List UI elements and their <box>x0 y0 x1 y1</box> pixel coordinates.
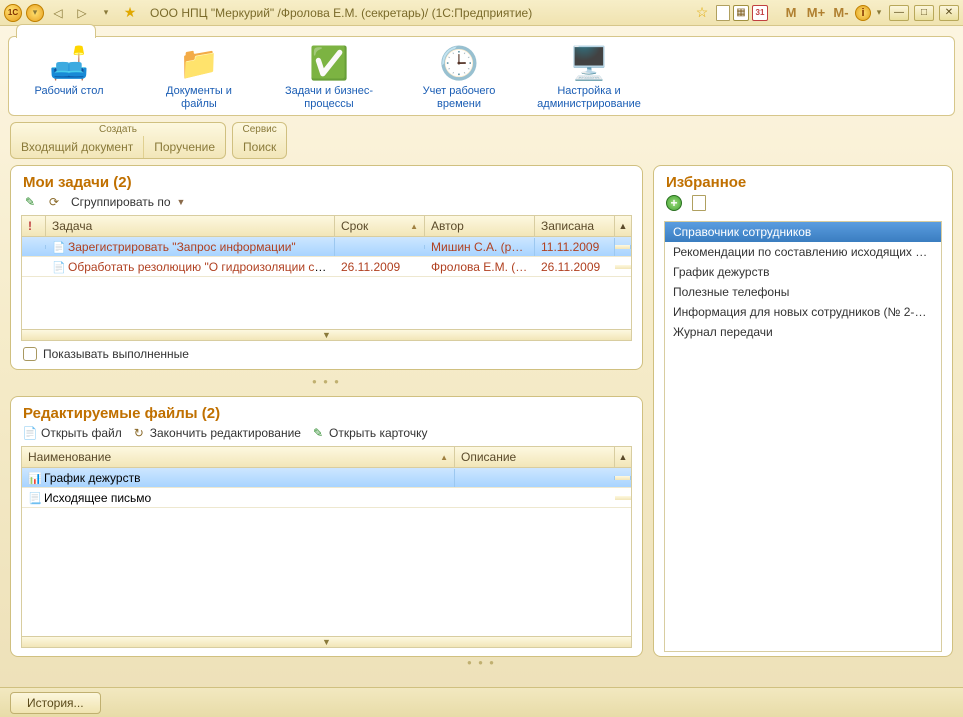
create-assignment-button[interactable]: Поручение <box>144 136 225 158</box>
nav-menu-icon[interactable]: ▾ <box>96 3 116 23</box>
scroll-down-icon[interactable]: ▼ <box>22 329 631 340</box>
file-icon: 📊 <box>28 471 42 485</box>
redo-icon: ↻ <box>132 426 146 440</box>
minimize-button[interactable]: — <box>889 5 909 21</box>
col-author[interactable]: Автор <box>425 216 535 236</box>
my-tasks-panel: Мои задачи (2) ✎ ⟳ Сгруппировать по ▼ ! … <box>10 165 643 370</box>
window-title: ООО НПЦ "Меркурий" /Фролова Е.М. (секрет… <box>150 6 532 20</box>
favorites-panel: Избранное + Справочник сотрудниковРекоме… <box>653 165 953 657</box>
create-group-title: Создать <box>11 123 225 136</box>
editing-files-panel: Редактируемые файлы (2) 📄Открыть файл ↻З… <box>10 396 643 657</box>
calculator-icon[interactable]: ▦ <box>733 5 749 21</box>
table-row[interactable]: 📃Исходящее письмо <box>22 488 631 508</box>
sections-ribbon: 🛋️ Рабочий стол 📁 Документы и файлы ✅ За… <box>8 36 955 116</box>
info-dropdown-icon[interactable]: ▾ <box>874 3 884 23</box>
section-admin[interactable]: 🖥️ Настройка и администрирование <box>539 43 639 111</box>
favorite-item[interactable]: Информация для новых сотрудников (№ 2-ИС… <box>665 302 941 322</box>
subtoolbar: Создать Входящий документ Поручение Серв… <box>10 122 953 159</box>
bottombar: История... <box>0 687 963 717</box>
refresh-button[interactable]: ⟳ <box>47 195 61 209</box>
star-icon[interactable]: ☆ <box>691 3 713 23</box>
table-row[interactable]: 📄Зарегистрировать "Запрос информации"Миш… <box>22 237 631 257</box>
pencil-icon: ✎ <box>311 426 325 440</box>
bottom-splitter-handle[interactable]: ● ● ● <box>0 659 963 669</box>
file-icon: 📃 <box>28 491 42 505</box>
folder-icon: 📁 <box>179 43 219 83</box>
scroll-up-icon[interactable]: ▲ <box>615 447 631 467</box>
clock-icon: 🕒 <box>439 43 479 83</box>
open-card-button[interactable]: ✎Открыть карточку <box>311 426 427 440</box>
col-name[interactable]: Наименование▲ <box>22 447 455 467</box>
titlebar: 1C ▾ ◁ ▷ ▾ ★ ООО НПЦ "Меркурий" /Фролова… <box>0 0 963 26</box>
create-group: Создать Входящий документ Поручение <box>10 122 226 159</box>
page-icon[interactable] <box>716 5 730 21</box>
add-favorite-button[interactable]: + <box>666 195 682 211</box>
favorites-title: Избранное <box>654 166 952 195</box>
favorite-item[interactable]: Справочник сотрудников <box>665 222 941 242</box>
table-row[interactable]: 📊График дежурств <box>22 468 631 488</box>
m-minus-button[interactable]: M- <box>830 3 852 23</box>
m-plus-button[interactable]: M+ <box>805 3 827 23</box>
service-group: Сервис Поиск <box>232 122 287 159</box>
splitter-handle[interactable]: ● ● ● <box>10 378 643 388</box>
logo-1c-icon: 1C <box>4 4 22 22</box>
col-task[interactable]: Задача <box>46 216 335 236</box>
col-desc[interactable]: Описание <box>455 447 615 467</box>
calendar-icon[interactable]: 31 <box>752 5 768 21</box>
scroll-down-icon[interactable]: ▼ <box>22 636 631 647</box>
favorites-list: Справочник сотрудниковРекомендации по со… <box>664 221 942 652</box>
tasks-table: ! Задача Срок▲ Автор Записана ▲ 📄Зарегис… <box>21 215 632 341</box>
col-recorded[interactable]: Записана <box>535 216 615 236</box>
section-time[interactable]: 🕒 Учет рабочего времени <box>409 43 509 111</box>
monitor-gear-icon: 🖥️ <box>569 43 609 83</box>
nav-back-icon[interactable]: ◁ <box>48 3 68 23</box>
open-file-button[interactable]: 📄Открыть файл <box>23 426 122 440</box>
files-table: Наименование▲ Описание ▲ 📊График дежурст… <box>21 446 632 648</box>
pencil-icon: ✎ <box>23 195 37 209</box>
col-flag[interactable]: ! <box>22 216 46 236</box>
dropdown-icon[interactable]: ▾ <box>26 4 44 22</box>
refresh-icon: ⟳ <box>47 195 61 209</box>
favorite-item[interactable]: График дежурств <box>665 262 941 282</box>
search-button[interactable]: Поиск <box>233 136 286 158</box>
edit-pencil-button[interactable]: ✎ <box>23 195 37 209</box>
m-button[interactable]: M <box>780 3 802 23</box>
section-desktop[interactable]: 🛋️ Рабочий стол <box>19 43 119 111</box>
show-done-checkbox[interactable] <box>23 347 37 361</box>
desk-lamp-icon: 🛋️ <box>49 43 89 83</box>
my-tasks-title: Мои задачи (2) <box>11 166 642 195</box>
favorite-item[interactable]: Журнал передачи <box>665 322 941 342</box>
table-row[interactable]: 📄Обработать резолюцию "О гидроизоляции с… <box>22 257 631 277</box>
show-done-label: Показывать выполненные <box>43 347 189 361</box>
favorite-star-icon[interactable]: ★ <box>120 3 140 23</box>
create-incoming-doc-button[interactable]: Входящий документ <box>11 136 144 158</box>
close-button[interactable]: ✕ <box>939 5 959 21</box>
page-icon: 📄 <box>23 426 37 440</box>
chevron-down-icon: ▼ <box>177 197 186 207</box>
finish-editing-button[interactable]: ↻Закончить редактирование <box>132 426 301 440</box>
info-icon[interactable]: i <box>855 5 871 21</box>
favorite-item[interactable]: Рекомендации по составлению исходящих пи… <box>665 242 941 262</box>
checklist-icon: ✅ <box>309 43 349 83</box>
editing-files-title: Редактируемые файлы (2) <box>11 397 642 426</box>
favorite-item[interactable]: Полезные телефоны <box>665 282 941 302</box>
scroll-up-icon[interactable]: ▲ <box>615 216 631 236</box>
history-button[interactable]: История... <box>10 692 101 714</box>
service-group-title: Сервис <box>233 123 286 136</box>
doc-icon: 📄 <box>52 260 66 274</box>
doc-icon: 📄 <box>52 240 66 254</box>
col-deadline[interactable]: Срок▲ <box>335 216 425 236</box>
nav-fwd-icon[interactable]: ▷ <box>72 3 92 23</box>
active-tab-handle[interactable] <box>16 24 96 38</box>
group-by-dropdown[interactable]: Сгруппировать по ▼ <box>71 195 185 209</box>
section-tasks[interactable]: ✅ Задачи и бизнес-процессы <box>279 43 379 111</box>
section-documents[interactable]: 📁 Документы и файлы <box>149 43 249 111</box>
maximize-button[interactable]: □ <box>914 5 934 21</box>
favorite-page-icon[interactable] <box>692 195 706 211</box>
